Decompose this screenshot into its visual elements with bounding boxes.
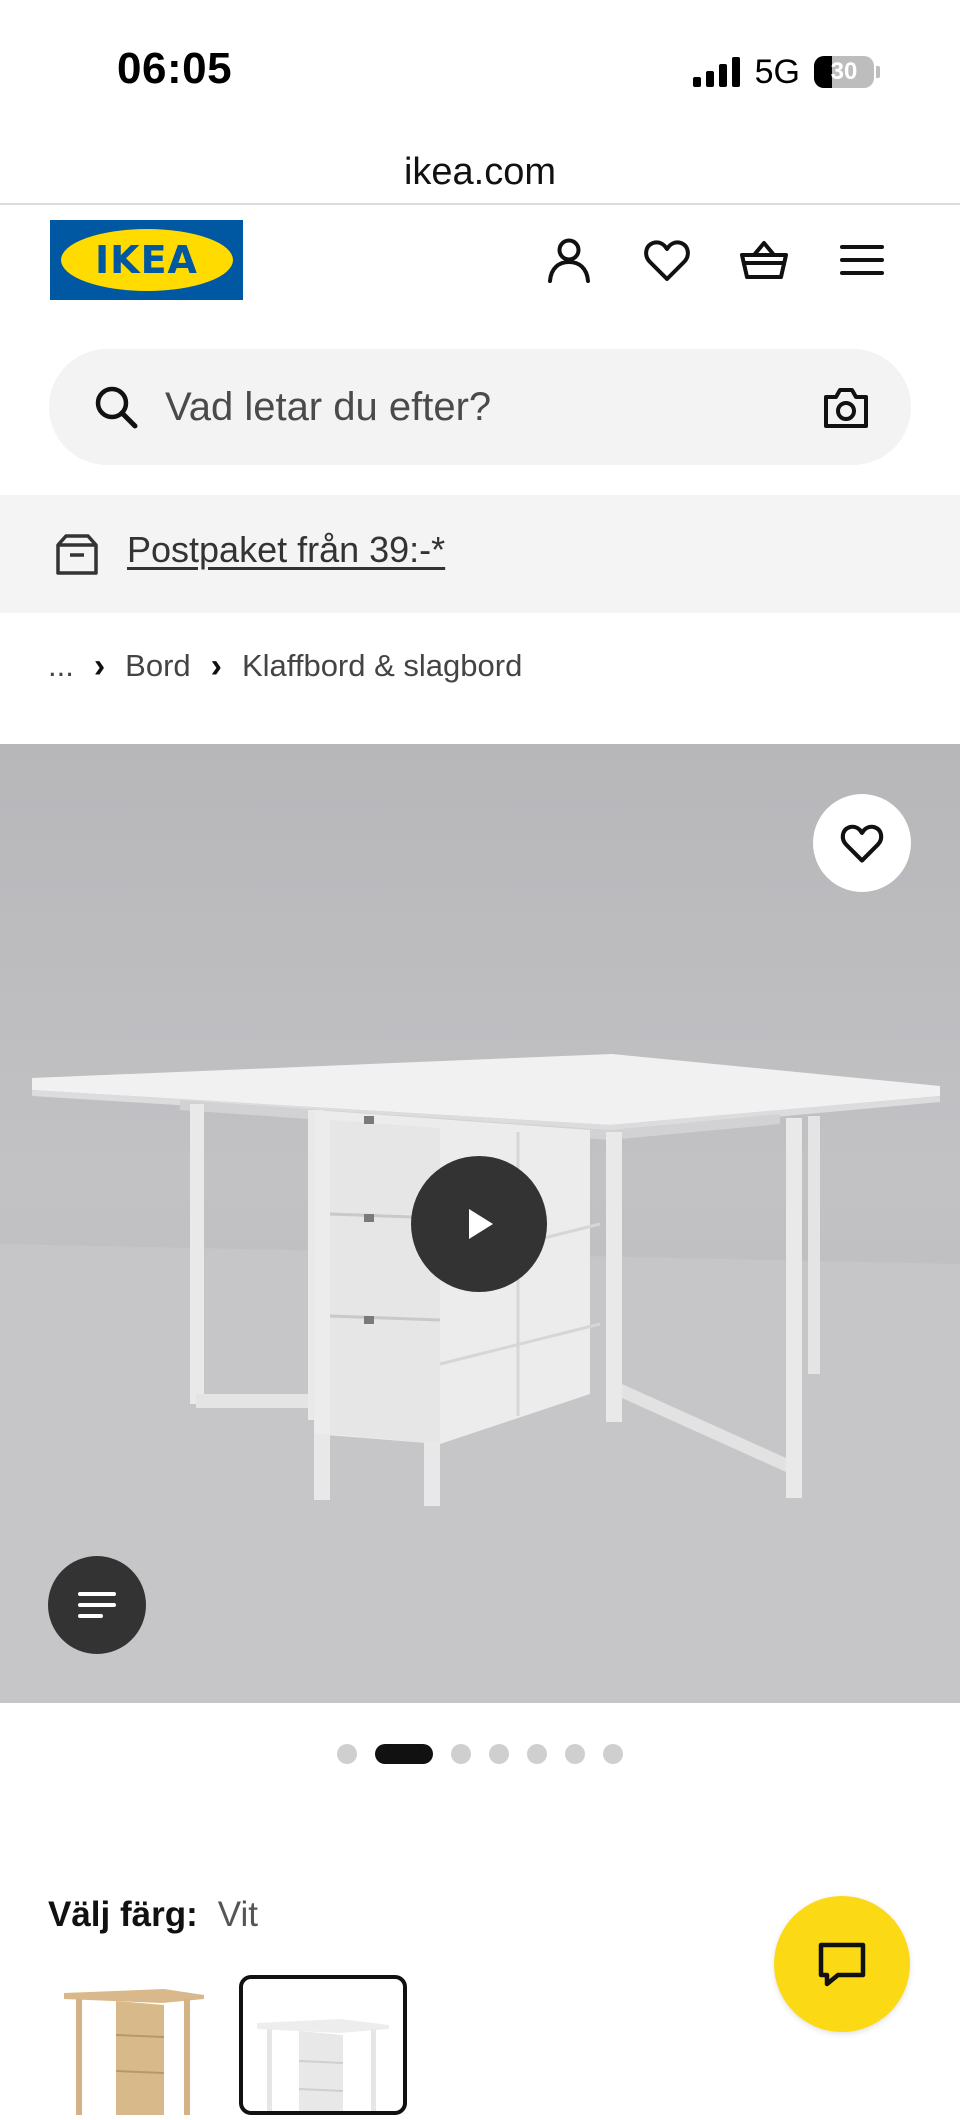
site-header: IKEA: [0, 205, 960, 315]
chevron-right-icon: ›: [210, 646, 222, 685]
pagination-dot[interactable]: [565, 1744, 585, 1764]
play-video-button[interactable]: [411, 1156, 547, 1292]
breadcrumb-item-bord[interactable]: Bord: [125, 648, 190, 684]
status-time: 06:05: [117, 44, 233, 93]
breadcrumb: ... › Bord › Klaffbord & slagbord: [48, 642, 522, 690]
color-value: Vit: [217, 1895, 258, 1934]
delivery-banner: Postpaket från 39:-*: [0, 495, 960, 613]
pagination-dot-active[interactable]: [375, 1744, 433, 1764]
url-text: ikea.com: [403, 150, 557, 193]
gallery-pagination: [0, 1742, 960, 1766]
chevron-right-icon: ›: [93, 646, 106, 685]
play-icon: [469, 1209, 493, 1239]
product-image-gallery[interactable]: [0, 744, 960, 1703]
package-icon: [56, 534, 98, 575]
camera-icon[interactable]: [821, 383, 871, 433]
battery-icon: 30: [814, 56, 874, 88]
pagination-dot[interactable]: [337, 1744, 357, 1764]
user-icon[interactable]: [544, 235, 594, 285]
color-label: Välj färg:: [48, 1895, 198, 1934]
pagination-dot[interactable]: [527, 1744, 547, 1764]
status-indicators: 5G 30: [692, 52, 880, 92]
pagination-dot[interactable]: [451, 1744, 471, 1764]
variant-image: [64, 1989, 204, 2115]
logo-text: IKEA: [95, 238, 198, 282]
image-list-button[interactable]: [48, 1556, 146, 1654]
hamburger-menu-icon[interactable]: [837, 235, 887, 285]
ikea-logo[interactable]: IKEA: [50, 220, 243, 300]
status-bar: 06:05 5G 30: [0, 0, 960, 140]
pagination-dot[interactable]: [489, 1744, 509, 1764]
battery-level: 30: [830, 58, 858, 85]
signal-icon: [692, 57, 740, 87]
logo-oval: IKEA: [60, 229, 233, 291]
search-bar[interactable]: [49, 349, 911, 465]
pagination-dot[interactable]: [603, 1744, 623, 1764]
list-icon: [78, 1592, 116, 1618]
heart-icon[interactable]: [642, 235, 692, 285]
chat-button[interactable]: [774, 1896, 910, 2032]
heart-icon: [840, 824, 884, 863]
network-type: 5G: [754, 52, 800, 91]
search-input[interactable]: [165, 377, 765, 437]
variant-thumbnail-white[interactable]: [239, 1975, 407, 2115]
variant-image: [257, 2019, 389, 2111]
battery-nub: [876, 66, 880, 78]
add-to-favourites-button[interactable]: [813, 794, 911, 892]
postpaket-link[interactable]: Postpaket från 39:-*: [127, 529, 445, 571]
variant-thumbnail-birch[interactable]: [54, 1975, 222, 2115]
basket-icon[interactable]: [739, 235, 789, 285]
search-icon: [95, 386, 138, 429]
breadcrumb-item-klaffbord[interactable]: Klaffbord & slagbord: [242, 648, 522, 684]
chat-icon: [818, 1942, 866, 1987]
address-bar[interactable]: ikea.com: [0, 140, 960, 204]
color-selector: Välj färg: Vit: [48, 1895, 258, 1945]
breadcrumb-ellipsis[interactable]: ...: [48, 648, 74, 684]
